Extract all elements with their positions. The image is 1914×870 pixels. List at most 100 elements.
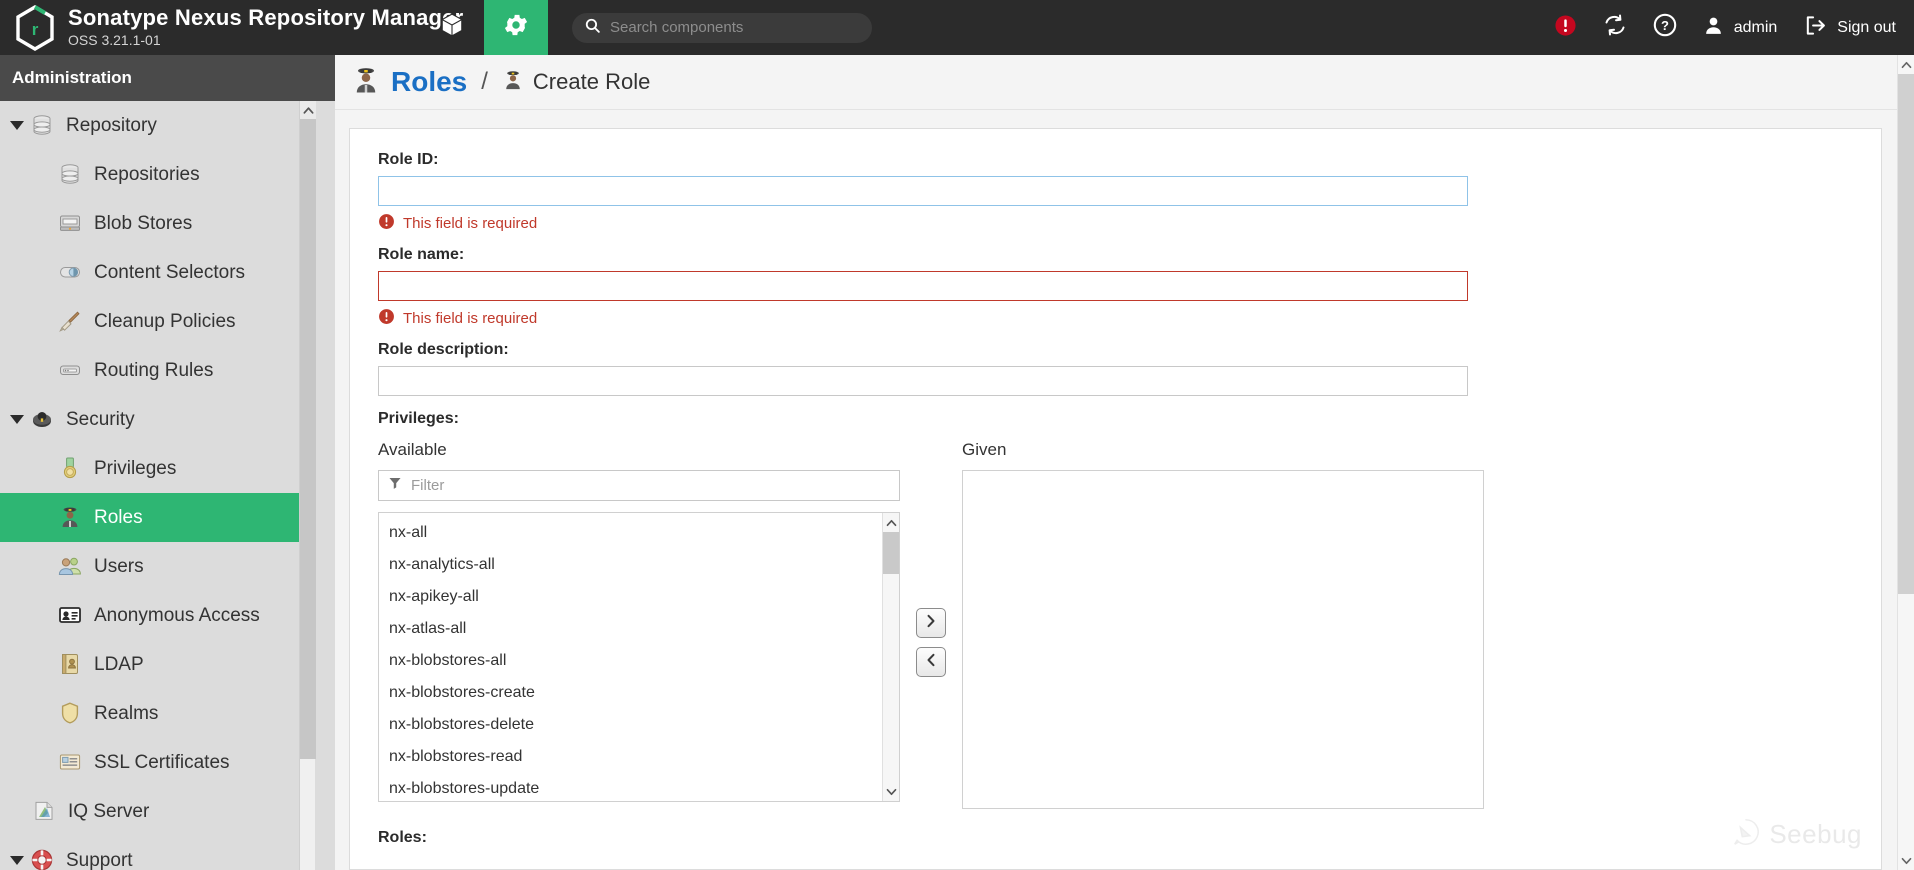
role-person-icon bbox=[351, 65, 381, 100]
sidebar-item-ldap[interactable]: LDAP bbox=[0, 640, 303, 689]
role-name-input[interactable] bbox=[378, 271, 1468, 301]
broom-icon bbox=[58, 309, 84, 335]
list-item[interactable]: nx-apikey-all bbox=[379, 581, 899, 613]
chevron-down-icon[interactable] bbox=[10, 415, 24, 424]
page-scroll-down-icon[interactable] bbox=[1898, 851, 1914, 870]
list-item[interactable]: nx-blobstores-create bbox=[379, 677, 899, 709]
role-id-label: Role ID: bbox=[378, 151, 439, 168]
tab-administration[interactable] bbox=[484, 0, 548, 55]
id-card-icon bbox=[58, 603, 84, 629]
available-scroll-up-icon[interactable] bbox=[883, 513, 899, 532]
list-item[interactable]: nx-blobstores-update bbox=[379, 773, 899, 801]
sidebar-scroll-up-icon[interactable] bbox=[300, 101, 316, 119]
brand-block[interactable]: r Sonatype Nexus Repository Manager OSS … bbox=[0, 4, 463, 51]
sidebar-item-roles[interactable]: Roles bbox=[0, 493, 303, 542]
sidebar-item-label: Roles bbox=[94, 506, 143, 528]
breadcrumb-separator: / bbox=[481, 68, 488, 95]
remove-privilege-button[interactable] bbox=[916, 647, 946, 677]
privileges-label: Privileges: bbox=[378, 410, 459, 427]
sidebar-item-content-selectors[interactable]: Content Selectors bbox=[0, 248, 303, 297]
sidebar-item-security[interactable]: Security bbox=[0, 395, 303, 444]
available-scroll-thumb[interactable] bbox=[883, 532, 899, 574]
add-privilege-button[interactable] bbox=[916, 608, 946, 638]
lifebuoy-icon bbox=[30, 848, 56, 870]
sidebar-item-blob-stores[interactable]: Blob Stores bbox=[0, 199, 303, 248]
privileges-filter-input[interactable] bbox=[411, 477, 890, 494]
iq-server-icon bbox=[32, 799, 58, 825]
page-scrollbar[interactable] bbox=[1897, 55, 1914, 870]
svg-text:?: ? bbox=[1661, 18, 1669, 33]
role-id-error: This field is required bbox=[378, 213, 1853, 234]
user-avatar-icon bbox=[1703, 15, 1724, 41]
security-icon bbox=[30, 407, 56, 433]
roles-section-label: Roles: bbox=[378, 829, 427, 846]
sidebar-item-repositories[interactable]: Repositories bbox=[0, 150, 303, 199]
sign-out-label: Sign out bbox=[1837, 18, 1896, 36]
header-right-actions: ? admin Sign out bbox=[1554, 0, 1914, 55]
sidebar-item-label: SSL Certificates bbox=[94, 751, 230, 773]
role-id-input[interactable] bbox=[378, 176, 1468, 206]
privileges-filter-box[interactable] bbox=[378, 470, 900, 501]
transfer-buttons bbox=[900, 440, 962, 677]
sidebar-nav-list: Repository Repositories Blob Stores Content… bbox=[0, 101, 335, 870]
sidebar-item-iq-server[interactable]: IQ Server bbox=[0, 787, 303, 836]
help-question-icon: ? bbox=[1653, 13, 1677, 42]
list-item[interactable]: nx-blobstores-all bbox=[379, 645, 899, 677]
error-alert-icon bbox=[1554, 14, 1577, 42]
administration-label: Administration bbox=[12, 68, 132, 87]
form-panel-wrapper: Role ID: This field is required Role nam… bbox=[335, 110, 1914, 870]
breadcrumb-current-label: Create Role bbox=[532, 69, 651, 94]
sidebar-item-support[interactable]: Support bbox=[0, 836, 303, 870]
shield-icon bbox=[58, 701, 84, 727]
sidebar-item-cleanup-policies[interactable]: Cleanup Policies bbox=[0, 297, 303, 346]
list-item[interactable]: nx-blobstores-delete bbox=[379, 709, 899, 741]
tab-browse[interactable] bbox=[420, 0, 484, 55]
sidebar-scrollbar[interactable] bbox=[299, 101, 316, 870]
chevron-down-icon[interactable] bbox=[10, 121, 24, 130]
sidebar-item-users[interactable]: Users bbox=[0, 542, 303, 591]
available-privileges-listbox[interactable]: nx-all nx-analytics-all nx-apikey-all nx-at… bbox=[378, 512, 900, 802]
app-header: r Sonatype Nexus Repository Manager OSS … bbox=[0, 0, 1914, 55]
list-item[interactable]: nx-blobstores-read bbox=[379, 741, 899, 773]
given-privileges-listbox[interactable] bbox=[962, 470, 1484, 809]
selector-icon bbox=[58, 260, 84, 286]
search-input[interactable] bbox=[610, 19, 860, 36]
user-menu-button[interactable]: admin bbox=[1703, 15, 1777, 41]
role-person-small-icon bbox=[502, 69, 524, 96]
refresh-button[interactable] bbox=[1603, 13, 1627, 42]
sidebar-item-ssl-certificates[interactable]: SSL Certificates bbox=[0, 738, 303, 787]
chevron-left-icon bbox=[926, 653, 936, 672]
page-scroll-thumb[interactable] bbox=[1898, 74, 1914, 594]
sidebar-item-routing-rules[interactable]: Routing Rules bbox=[0, 346, 303, 395]
alerts-button[interactable] bbox=[1554, 14, 1577, 42]
main-content: Roles / Create Role Role ID: This field … bbox=[335, 55, 1914, 870]
given-items-list bbox=[963, 471, 1483, 475]
available-scroll-down-icon[interactable] bbox=[883, 782, 899, 801]
list-item[interactable]: nx-analytics-all bbox=[379, 549, 899, 581]
sidebar-item-label: Blob Stores bbox=[94, 212, 193, 234]
page-scroll-up-icon[interactable] bbox=[1898, 55, 1914, 74]
role-person-icon bbox=[58, 505, 84, 531]
sidebar-scroll-thumb[interactable] bbox=[300, 119, 316, 759]
sidebar: Administration Repository Repositories Blo… bbox=[0, 55, 335, 870]
given-title: Given bbox=[962, 440, 1007, 459]
sidebar-item-label: Users bbox=[94, 555, 144, 577]
chevron-down-icon[interactable] bbox=[10, 856, 24, 865]
available-list-scrollbar[interactable] bbox=[882, 513, 899, 801]
search-box[interactable] bbox=[572, 12, 872, 43]
sign-out-button[interactable]: Sign out bbox=[1803, 14, 1896, 42]
sidebar-item-repository[interactable]: Repository bbox=[0, 101, 303, 150]
help-button[interactable]: ? bbox=[1653, 13, 1677, 42]
sidebar-item-privileges[interactable]: Privileges bbox=[0, 444, 303, 493]
sidebar-item-label: Repository bbox=[66, 114, 157, 136]
sidebar-item-label: Support bbox=[66, 849, 133, 870]
sidebar-item-label: IQ Server bbox=[68, 800, 150, 822]
privileges-transfer: Available nx-allnx-analytics-allnx-apike… bbox=[378, 440, 1853, 809]
role-description-input[interactable] bbox=[378, 366, 1468, 396]
sidebar-item-realms[interactable]: Realms bbox=[0, 689, 303, 738]
certificate-icon bbox=[58, 750, 84, 776]
sidebar-item-anonymous-access[interactable]: Anonymous Access bbox=[0, 591, 303, 640]
breadcrumb-root-link[interactable]: Roles bbox=[391, 66, 467, 98]
list-item[interactable]: nx-atlas-all bbox=[379, 613, 899, 645]
list-item[interactable]: nx-all bbox=[379, 517, 899, 549]
